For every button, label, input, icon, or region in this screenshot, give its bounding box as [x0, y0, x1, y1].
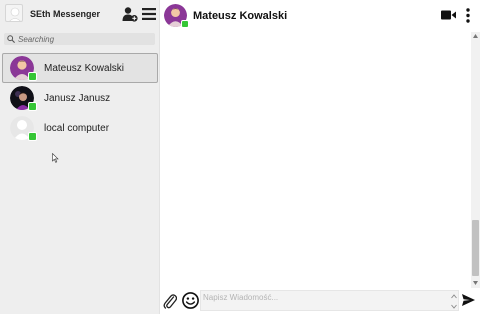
online-status-indicator — [28, 132, 37, 141]
add-user-icon[interactable] — [122, 6, 138, 22]
online-status-indicator — [181, 20, 189, 28]
contact-name: Mateusz Kowalski — [44, 63, 125, 74]
input-scroll-arrows-icon[interactable] — [451, 294, 457, 309]
contact-item[interactable]: local computer — [2, 113, 158, 143]
sidebar-header: SEth Messenger — [0, 0, 160, 30]
search-input[interactable] — [18, 33, 152, 45]
video-camera-icon[interactable] — [441, 10, 456, 20]
contact-name: Janusz Janusz — [44, 93, 111, 104]
online-status-indicator — [28, 72, 37, 81]
message-list-scrollbar[interactable] — [471, 32, 480, 288]
scrollbar-thumb[interactable] — [472, 220, 479, 276]
message-input-box[interactable] — [200, 290, 459, 311]
message-input[interactable] — [201, 291, 458, 310]
conversations-sidebar: SEth Messenger Searching Mateusz Kowalsk… — [0, 0, 160, 314]
emoji-icon[interactable] — [182, 292, 199, 309]
paperclip-icon[interactable] — [163, 292, 177, 309]
search-box[interactable] — [4, 33, 155, 45]
scroll-up-arrow-icon[interactable] — [473, 34, 478, 38]
scroll-down-arrow-icon[interactable] — [473, 281, 478, 285]
online-status-indicator — [28, 102, 37, 111]
app-title: SEth Messenger — [30, 9, 101, 19]
chat-contact-name: Mateusz Kowalski — [193, 10, 288, 22]
chat-header: Mateusz Kowalski — [160, 0, 480, 32]
my-avatar[interactable] — [5, 4, 23, 22]
default-avatar-icon — [9, 7, 21, 21]
contact-name: local computer — [44, 123, 110, 134]
search-icon — [7, 35, 15, 43]
message-list[interactable] — [160, 32, 471, 288]
contact-item[interactable]: Mateusz Kowalski — [2, 53, 158, 83]
mouse-pointer-icon — [52, 153, 59, 163]
message-composer — [160, 288, 480, 314]
menu-icon[interactable] — [142, 8, 156, 20]
contact-item[interactable]: Janusz Janusz — [2, 83, 158, 113]
send-icon[interactable] — [462, 294, 475, 306]
more-vertical-icon[interactable] — [466, 8, 470, 23]
